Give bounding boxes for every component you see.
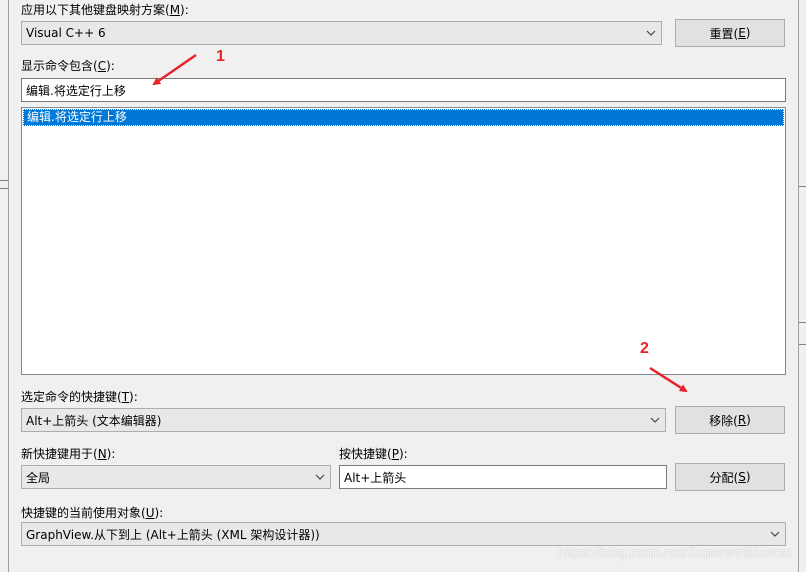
- show-commands-label: 显示命令包含(C):: [21, 59, 115, 73]
- shortcuts-value: Alt+上箭头 (文本编辑器): [26, 413, 162, 428]
- mapping-scheme-value: Visual C++ 6: [26, 26, 106, 40]
- right-panel-edge: [798, 0, 806, 572]
- assign-button[interactable]: 分配(S): [675, 463, 785, 491]
- chevron-down-icon: [641, 22, 661, 44]
- remove-button[interactable]: 移除(R): [675, 406, 785, 434]
- chevron-down-icon: [645, 409, 665, 431]
- shortcuts-dropdown[interactable]: Alt+上箭头 (文本编辑器): [21, 408, 666, 432]
- left-panel-edge: [0, 0, 9, 572]
- press-shortcut-label: 按快捷键(P):: [339, 447, 408, 461]
- annotation-marker-2: 2: [640, 340, 649, 357]
- watermark: https://blog.csdn.net/SuperweiBluecat: [557, 544, 792, 560]
- chevron-down-icon: [765, 523, 785, 545]
- shortcut-scope-value: 全局: [26, 470, 51, 485]
- edge-tick: [799, 322, 806, 323]
- edge-tick: [0, 188, 8, 189]
- shortcut-key-input[interactable]: Alt+上箭头: [339, 465, 667, 489]
- selected-command-shortcuts-label: 选定命令的快捷键(T):: [21, 390, 138, 404]
- mapping-scheme-dropdown[interactable]: Visual C++ 6: [21, 21, 662, 45]
- mapping-scheme-label: 应用以下其他键盘映射方案(M):: [21, 3, 189, 17]
- shortcut-used-by-dropdown[interactable]: GraphView.从下到上 (Alt+上箭头 (XML 架构设计器)): [21, 522, 786, 546]
- reset-button[interactable]: 重置(E): [675, 19, 785, 47]
- list-item[interactable]: 编辑.将选定行上移: [23, 109, 784, 126]
- command-filter-input[interactable]: 编辑.将选定行上移: [21, 78, 786, 102]
- shortcut-used-by-label: 快捷键的当前使用对象(U):: [21, 506, 164, 520]
- shortcut-used-by-value: GraphView.从下到上 (Alt+上箭头 (XML 架构设计器)): [26, 527, 320, 542]
- chevron-down-icon: [310, 466, 330, 488]
- edge-tick: [799, 186, 806, 187]
- commands-listbox[interactable]: 编辑.将选定行上移: [21, 107, 786, 375]
- use-new-shortcut-label: 新快捷键用于(N):: [21, 447, 116, 461]
- edge-tick: [0, 180, 8, 181]
- annotation-marker-1: 1: [216, 48, 225, 65]
- edge-tick: [799, 344, 806, 345]
- shortcut-scope-dropdown[interactable]: 全局: [21, 465, 331, 489]
